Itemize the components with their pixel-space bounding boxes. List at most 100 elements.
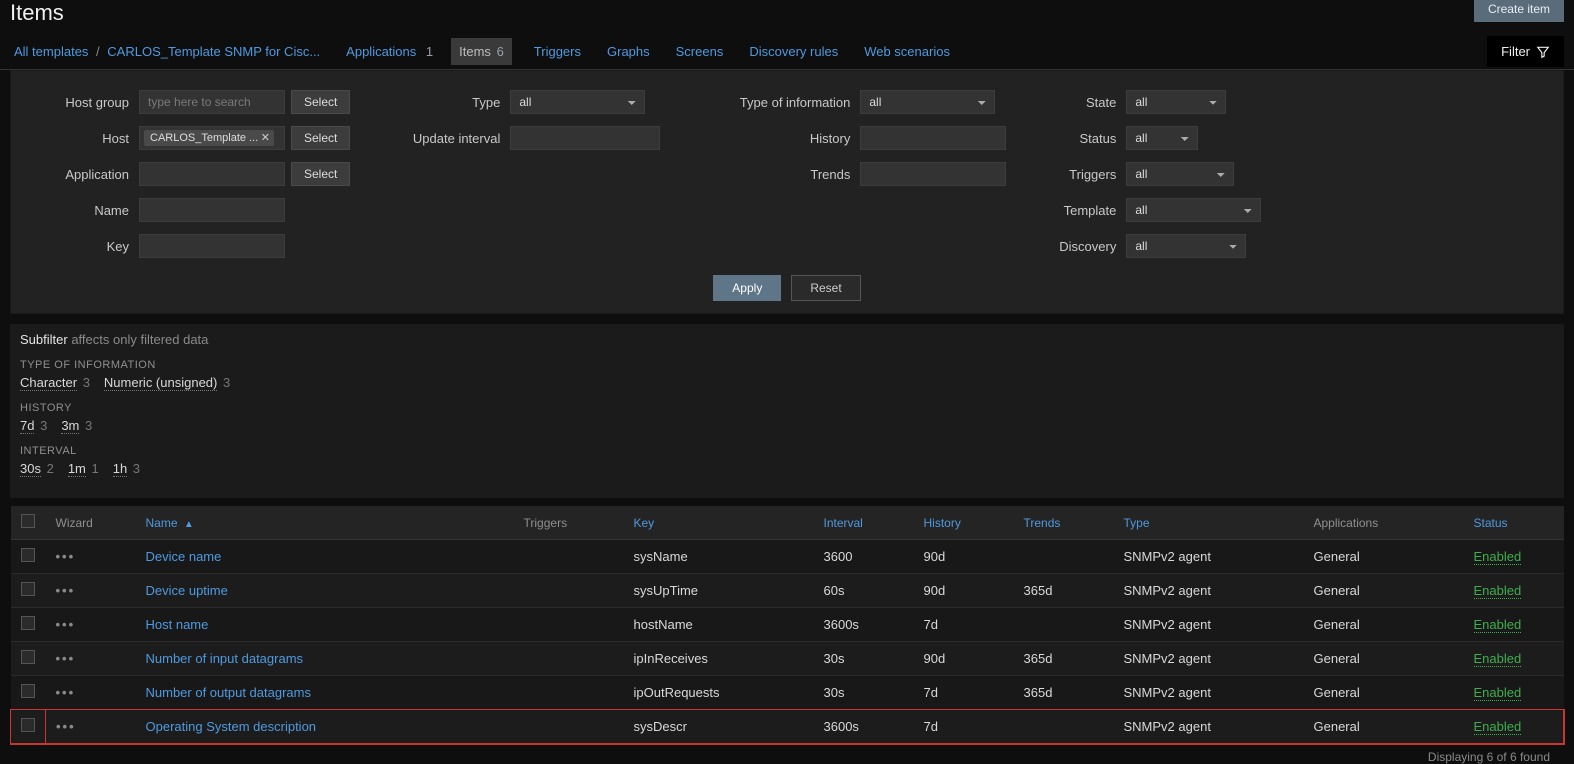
tab-graphs[interactable]: Graphs [603, 34, 654, 69]
tab-applications[interactable]: Applications [342, 34, 420, 69]
tab-triggers[interactable]: Triggers [530, 34, 585, 69]
type-of-info-select[interactable]: all [860, 90, 995, 114]
cell-type: SNMPv2 agent [1114, 642, 1304, 676]
item-name-link[interactable]: Number of output datagrams [146, 685, 311, 700]
row-checkbox[interactable] [21, 548, 35, 562]
application-select-button[interactable]: Select [291, 162, 350, 186]
status-enabled-link[interactable]: Enabled [1474, 583, 1522, 599]
col-key[interactable]: Key [624, 506, 814, 540]
filter-icon [1536, 45, 1550, 59]
tab-items[interactable]: Items 6 [451, 38, 512, 65]
label-status: Status [1036, 131, 1126, 146]
row-checkbox[interactable] [21, 684, 35, 698]
item-name-link[interactable]: Operating System description [146, 719, 317, 734]
cell-applications: General [1304, 676, 1464, 710]
name-input[interactable] [139, 198, 285, 222]
wizard-menu-icon[interactable]: ••• [56, 719, 76, 734]
filter-toggle[interactable]: Filter [1487, 36, 1564, 67]
wizard-menu-icon[interactable]: ••• [56, 549, 76, 564]
col-interval[interactable]: Interval [814, 506, 914, 540]
wizard-menu-icon[interactable]: ••• [56, 583, 76, 598]
type-select[interactable]: all [510, 90, 645, 114]
status-enabled-link[interactable]: Enabled [1474, 549, 1522, 565]
wizard-menu-icon[interactable]: ••• [56, 685, 76, 700]
subfilter-item[interactable]: 1h [113, 461, 127, 477]
cell-trends [1014, 540, 1114, 574]
cell-trends [1014, 608, 1114, 642]
subfilter-pane: Subfilter affects only filtered data TYP… [10, 324, 1564, 498]
cell-interval: 30s [814, 642, 914, 676]
status-enabled-link[interactable]: Enabled [1474, 651, 1522, 667]
cell-key: ipOutRequests [624, 676, 814, 710]
subfilter-item[interactable]: 1m [68, 461, 86, 477]
application-input[interactable] [139, 162, 285, 186]
state-select[interactable]: all [1126, 90, 1226, 114]
label-application: Application [29, 167, 139, 182]
breadcrumb-all-templates[interactable]: All templates [10, 34, 92, 69]
status-enabled-link[interactable]: Enabled [1474, 617, 1522, 633]
discovery-select[interactable]: all [1126, 234, 1246, 258]
row-checkbox[interactable] [21, 582, 35, 596]
apply-button[interactable]: Apply [713, 275, 781, 301]
row-checkbox[interactable] [21, 650, 35, 664]
breadcrumb-template[interactable]: CARLOS_Template SNMP for Cisc... [103, 34, 324, 69]
triggers-select[interactable]: all [1126, 162, 1234, 186]
cell-applications: General [1304, 642, 1464, 676]
col-trends[interactable]: Trends [1014, 506, 1114, 540]
history-input[interactable] [860, 126, 1006, 150]
wizard-menu-icon[interactable]: ••• [56, 651, 76, 666]
status-enabled-link[interactable]: Enabled [1474, 685, 1522, 701]
key-input[interactable] [139, 234, 285, 258]
wizard-menu-icon[interactable]: ••• [56, 617, 76, 632]
item-name-link[interactable]: Host name [146, 617, 209, 632]
host-chip-remove-icon[interactable]: ✕ [261, 131, 270, 144]
subfilter-group-title: INTERVAL [20, 445, 1554, 457]
subfilter-item[interactable]: Character [20, 375, 77, 391]
table-row: •••Device uptimesysUpTime60s90d365dSNMPv… [11, 574, 1564, 608]
item-name-link[interactable]: Number of input datagrams [146, 651, 304, 666]
cell-applications: General [1304, 710, 1464, 744]
cell-trends: 365d [1014, 676, 1114, 710]
cell-interval: 3600 [814, 540, 914, 574]
label-name: Name [29, 203, 139, 218]
col-name[interactable]: Name ▲ [136, 506, 514, 540]
status-enabled-link[interactable]: Enabled [1474, 719, 1522, 735]
reset-button[interactable]: Reset [791, 275, 860, 301]
item-name-link[interactable]: Device name [146, 549, 222, 564]
cell-trends: 365d [1014, 642, 1114, 676]
cell-key: sysName [624, 540, 814, 574]
trends-input[interactable] [860, 162, 1006, 186]
col-applications: Applications [1304, 506, 1464, 540]
update-interval-input[interactable] [510, 126, 660, 150]
tab-screens[interactable]: Screens [672, 34, 728, 69]
col-type[interactable]: Type [1114, 506, 1304, 540]
cell-interval: 3600s [814, 710, 914, 744]
cell-applications: General [1304, 540, 1464, 574]
tab-items-label: Items [459, 44, 491, 59]
col-status[interactable]: Status [1464, 506, 1564, 540]
template-select[interactable]: all [1126, 198, 1261, 222]
row-checkbox[interactable] [21, 616, 35, 630]
filter-toggle-label: Filter [1501, 44, 1530, 59]
host-select-button[interactable]: Select [291, 126, 350, 150]
tab-discovery[interactable]: Discovery rules [745, 34, 842, 69]
label-state: State [1036, 95, 1126, 110]
item-name-link[interactable]: Device uptime [146, 583, 228, 598]
subfilter-item[interactable]: 3m [61, 418, 79, 434]
subfilter-item[interactable]: 7d [20, 418, 34, 434]
col-history[interactable]: History [914, 506, 1014, 540]
subfilter-item[interactable]: Numeric (unsigned) [104, 375, 217, 391]
host-group-select-button[interactable]: Select [291, 90, 350, 114]
host-multiselect[interactable]: CARLOS_Template ... ✕ [139, 126, 285, 150]
create-item-button[interactable]: Create item [1474, 0, 1564, 22]
status-select[interactable]: all [1126, 126, 1198, 150]
cell-interval: 30s [814, 676, 914, 710]
host-group-input[interactable] [139, 90, 285, 114]
label-discovery: Discovery [1036, 239, 1126, 254]
subfilter-item[interactable]: 30s [20, 461, 41, 477]
select-all-checkbox[interactable] [21, 514, 35, 528]
tab-web[interactable]: Web scenarios [860, 34, 954, 69]
cell-interval: 3600s [814, 608, 914, 642]
subfilter-item-count: 3 [129, 461, 140, 476]
row-checkbox[interactable] [21, 718, 35, 732]
